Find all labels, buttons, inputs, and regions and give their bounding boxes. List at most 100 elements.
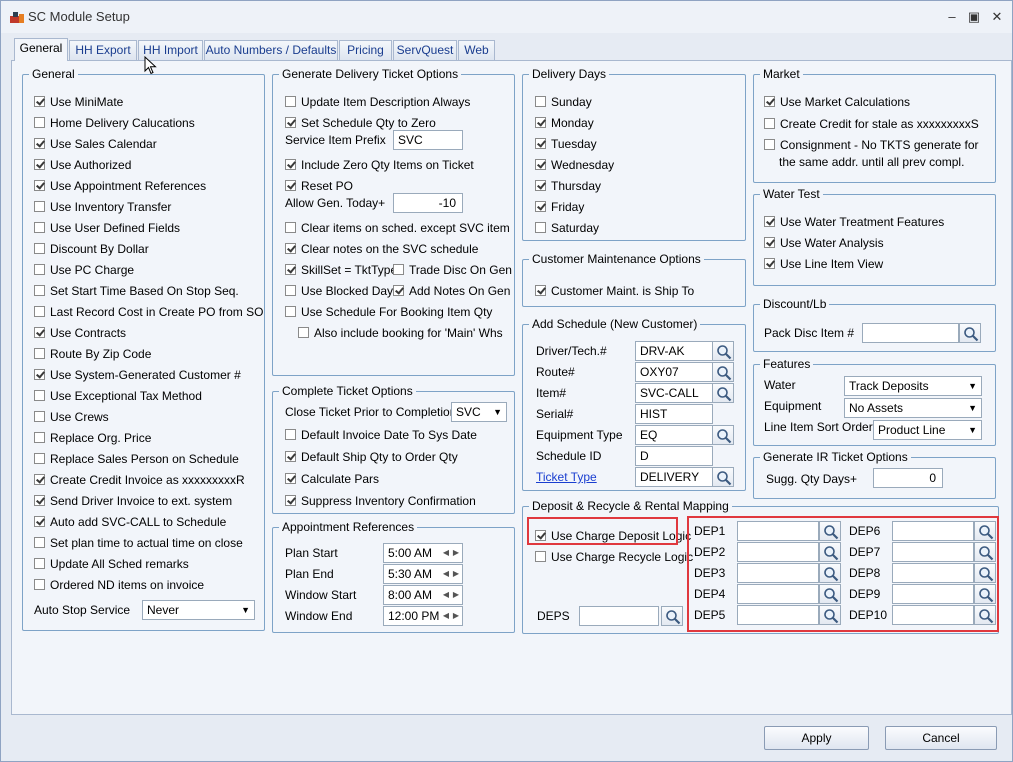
- general-option-21[interactable]: Auto add SVC-CALL to Schedule: [34, 514, 226, 530]
- complete-option-4[interactable]: Suppress Inventory Confirmation: [285, 493, 476, 509]
- delivery-day-sunday[interactable]: Sunday: [535, 94, 592, 110]
- spin-left-icon[interactable]: ◀: [443, 607, 449, 625]
- consignment-option[interactable]: Consignment - No TKTS generate for: [764, 137, 979, 153]
- appointment-2-time[interactable]: 5:30 AM ◀ ▶: [383, 564, 463, 584]
- water-test-option-1-checkbox[interactable]: [764, 216, 775, 227]
- customer-maint-ship-to-option[interactable]: Customer Maint. is Ship To: [535, 283, 694, 299]
- appointment-1-time[interactable]: 5:00 AM ◀ ▶: [383, 543, 463, 563]
- general-option-11-checkbox[interactable]: [34, 306, 45, 317]
- general-option-4[interactable]: Use Authorized: [34, 157, 131, 173]
- clear-items-option[interactable]: Clear items on sched. except SVC item: [285, 220, 510, 236]
- delivery-day-wednesday[interactable]: Wednesday: [535, 157, 614, 173]
- use-market-calculations-option[interactable]: Use Market Calculations: [764, 94, 910, 110]
- trade-disc-option-checkbox[interactable]: [393, 264, 404, 275]
- magnifier-icon[interactable]: [712, 425, 734, 445]
- trade-disc-option[interactable]: Trade Disc On Gen: [393, 262, 512, 278]
- general-option-7[interactable]: Use User Defined Fields: [34, 220, 180, 236]
- general-option-22[interactable]: Set plan time to actual time on close: [34, 535, 243, 551]
- delivery-day-monday[interactable]: Monday: [535, 115, 594, 131]
- delivery-day-thursday[interactable]: Thursday: [535, 178, 601, 194]
- water-test-option-3[interactable]: Use Line Item View: [764, 256, 883, 272]
- pack-disc-item-field[interactable]: [862, 323, 959, 343]
- feature-2-select[interactable]: No Assets ▼: [844, 398, 982, 418]
- delivery-day-tuesday[interactable]: Tuesday: [535, 136, 597, 152]
- use-schedule-booking-option[interactable]: Use Schedule For Booking Item Qty: [285, 304, 492, 320]
- general-option-7-checkbox[interactable]: [34, 222, 45, 233]
- spin-right-icon[interactable]: ▶: [453, 565, 459, 583]
- reset-po-option-checkbox[interactable]: [285, 180, 296, 191]
- spin-right-icon[interactable]: ▶: [453, 586, 459, 604]
- general-option-18-checkbox[interactable]: [34, 453, 45, 464]
- general-option-14[interactable]: Use System-Generated Customer #: [34, 367, 241, 383]
- general-option-24[interactable]: Ordered ND items on invoice: [34, 577, 204, 593]
- magnifier-icon[interactable]: [959, 323, 981, 343]
- create-credit-stale-option-checkbox[interactable]: [764, 118, 775, 129]
- general-option-12-checkbox[interactable]: [34, 327, 45, 338]
- complete-option-1-checkbox[interactable]: [285, 429, 296, 440]
- delivery-day-friday-checkbox[interactable]: [535, 201, 546, 212]
- delivery-day-thursday-checkbox[interactable]: [535, 180, 546, 191]
- magnifier-icon[interactable]: [661, 606, 683, 626]
- general-option-15-checkbox[interactable]: [34, 390, 45, 401]
- spin-right-icon[interactable]: ▶: [453, 607, 459, 625]
- general-option-12[interactable]: Use Contracts: [34, 325, 126, 341]
- water-test-option-2[interactable]: Use Water Analysis: [764, 235, 884, 251]
- add-schedule-4-field[interactable]: HIST: [635, 404, 713, 424]
- magnifier-icon[interactable]: [712, 362, 734, 382]
- general-option-11[interactable]: Last Record Cost in Create PO from SO: [34, 304, 263, 320]
- general-option-1-checkbox[interactable]: [34, 96, 45, 107]
- delivery-day-saturday[interactable]: Saturday: [535, 220, 599, 236]
- chevron-down-icon[interactable]: ▼: [968, 399, 977, 417]
- spin-left-icon[interactable]: ◀: [443, 565, 449, 583]
- chevron-down-icon[interactable]: ▼: [493, 403, 502, 421]
- add-notes-option[interactable]: Add Notes On Gen: [393, 283, 510, 299]
- add-notes-option-checkbox[interactable]: [393, 285, 404, 296]
- use-charge-recycle-option[interactable]: Use Charge Recycle Logic: [535, 549, 693, 565]
- use-blocked-days-option[interactable]: Use Blocked Days: [285, 283, 399, 299]
- add-schedule-1-field[interactable]: DRV-AK: [635, 341, 713, 361]
- cancel-button[interactable]: Cancel: [885, 726, 997, 750]
- general-option-8[interactable]: Discount By Dollar: [34, 241, 149, 257]
- include-zero-qty-option[interactable]: Include Zero Qty Items on Ticket: [285, 157, 474, 173]
- general-option-15[interactable]: Use Exceptional Tax Method: [34, 388, 202, 404]
- general-option-13[interactable]: Route By Zip Code: [34, 346, 151, 362]
- feature-3-select[interactable]: Product Line ▼: [873, 420, 982, 440]
- clear-items-option-checkbox[interactable]: [285, 222, 296, 233]
- feature-1-select[interactable]: Track Deposits ▼: [844, 376, 982, 396]
- delivery-day-saturday-checkbox[interactable]: [535, 222, 546, 233]
- water-test-option-2-checkbox[interactable]: [764, 237, 775, 248]
- deps-field[interactable]: [579, 606, 659, 626]
- update-item-description-option-checkbox[interactable]: [285, 96, 296, 107]
- use-charge-recycle-option-checkbox[interactable]: [535, 551, 546, 562]
- complete-option-1[interactable]: Default Invoice Date To Sys Date: [285, 427, 477, 443]
- add-schedule-2-field[interactable]: OXY07: [635, 362, 713, 382]
- consignment-option-checkbox[interactable]: [764, 139, 775, 150]
- general-option-16[interactable]: Use Crews: [34, 409, 109, 425]
- general-option-20[interactable]: Send Driver Invoice to ext. system: [34, 493, 232, 509]
- general-option-10-checkbox[interactable]: [34, 285, 45, 296]
- add-schedule-7-label[interactable]: Ticket Type: [536, 469, 597, 485]
- general-option-9-checkbox[interactable]: [34, 264, 45, 275]
- clear-notes-option[interactable]: Clear notes on the SVC schedule: [285, 241, 478, 257]
- general-option-22-checkbox[interactable]: [34, 537, 45, 548]
- general-option-9[interactable]: Use PC Charge: [34, 262, 134, 278]
- complete-option-3-checkbox[interactable]: [285, 473, 296, 484]
- general-option-13-checkbox[interactable]: [34, 348, 45, 359]
- also-include-booking-option[interactable]: Also include booking for 'Main' Whs: [298, 325, 503, 341]
- chevron-down-icon[interactable]: ▼: [968, 377, 977, 395]
- general-option-8-checkbox[interactable]: [34, 243, 45, 254]
- general-option-3-checkbox[interactable]: [34, 138, 45, 149]
- spin-left-icon[interactable]: ◀: [443, 544, 449, 562]
- general-option-20-checkbox[interactable]: [34, 495, 45, 506]
- also-include-booking-option-checkbox[interactable]: [298, 327, 309, 338]
- close-ticket-prior-select[interactable]: SVC ▼: [451, 402, 507, 422]
- use-schedule-booking-option-checkbox[interactable]: [285, 306, 296, 317]
- set-schedule-qty-option-checkbox[interactable]: [285, 117, 296, 128]
- auto-stop-service-select[interactable]: Never ▼: [142, 600, 255, 620]
- reset-po-option[interactable]: Reset PO: [285, 178, 353, 194]
- general-option-18[interactable]: Replace Sales Person on Schedule: [34, 451, 239, 467]
- general-option-14-checkbox[interactable]: [34, 369, 45, 380]
- use-market-calculations-option-checkbox[interactable]: [764, 96, 775, 107]
- general-option-23-checkbox[interactable]: [34, 558, 45, 569]
- include-zero-qty-option-checkbox[interactable]: [285, 159, 296, 170]
